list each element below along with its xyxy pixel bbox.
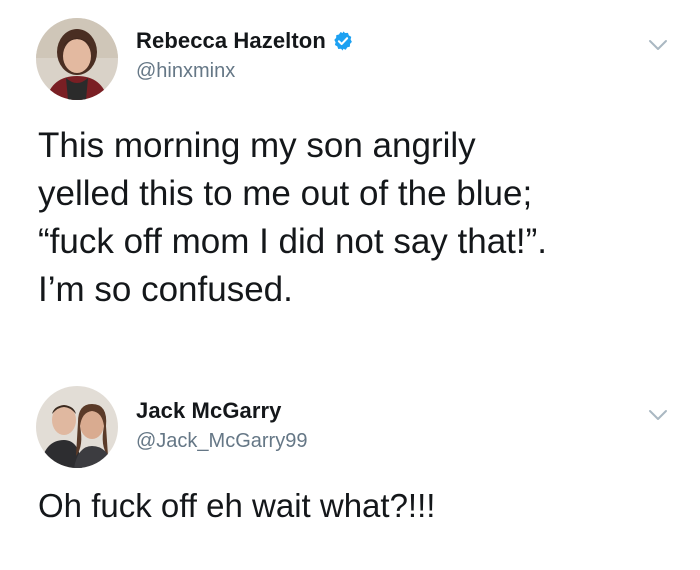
tweet: Rebecca Hazelton @hinxminx This morning …	[0, 0, 700, 340]
display-name[interactable]: Rebecca Hazelton	[136, 28, 326, 54]
tweet-text: Oh fuck off eh wait what?!!!	[38, 487, 436, 524]
handle[interactable]: @Jack_McGarry99	[136, 430, 307, 453]
chevron-down-icon[interactable]	[648, 408, 668, 422]
profile-photo-woman-icon	[36, 18, 118, 100]
author-row: Jack McGarry	[136, 398, 282, 424]
author-row: Rebecca Hazelton	[136, 28, 354, 54]
verified-badge-icon	[334, 31, 352, 51]
reply-tweet: Jack McGarry @Jack_McGarry99 Oh fuck off…	[0, 370, 700, 570]
handle[interactable]: @hinxminx	[136, 60, 235, 83]
avatar[interactable]	[36, 386, 118, 468]
avatar[interactable]	[36, 18, 118, 100]
display-name[interactable]: Jack McGarry	[136, 398, 282, 424]
tweet-text: This morning my son angrily yelled this …	[38, 126, 548, 309]
profile-photo-couple-icon	[36, 386, 118, 468]
chevron-down-icon[interactable]	[648, 38, 668, 52]
